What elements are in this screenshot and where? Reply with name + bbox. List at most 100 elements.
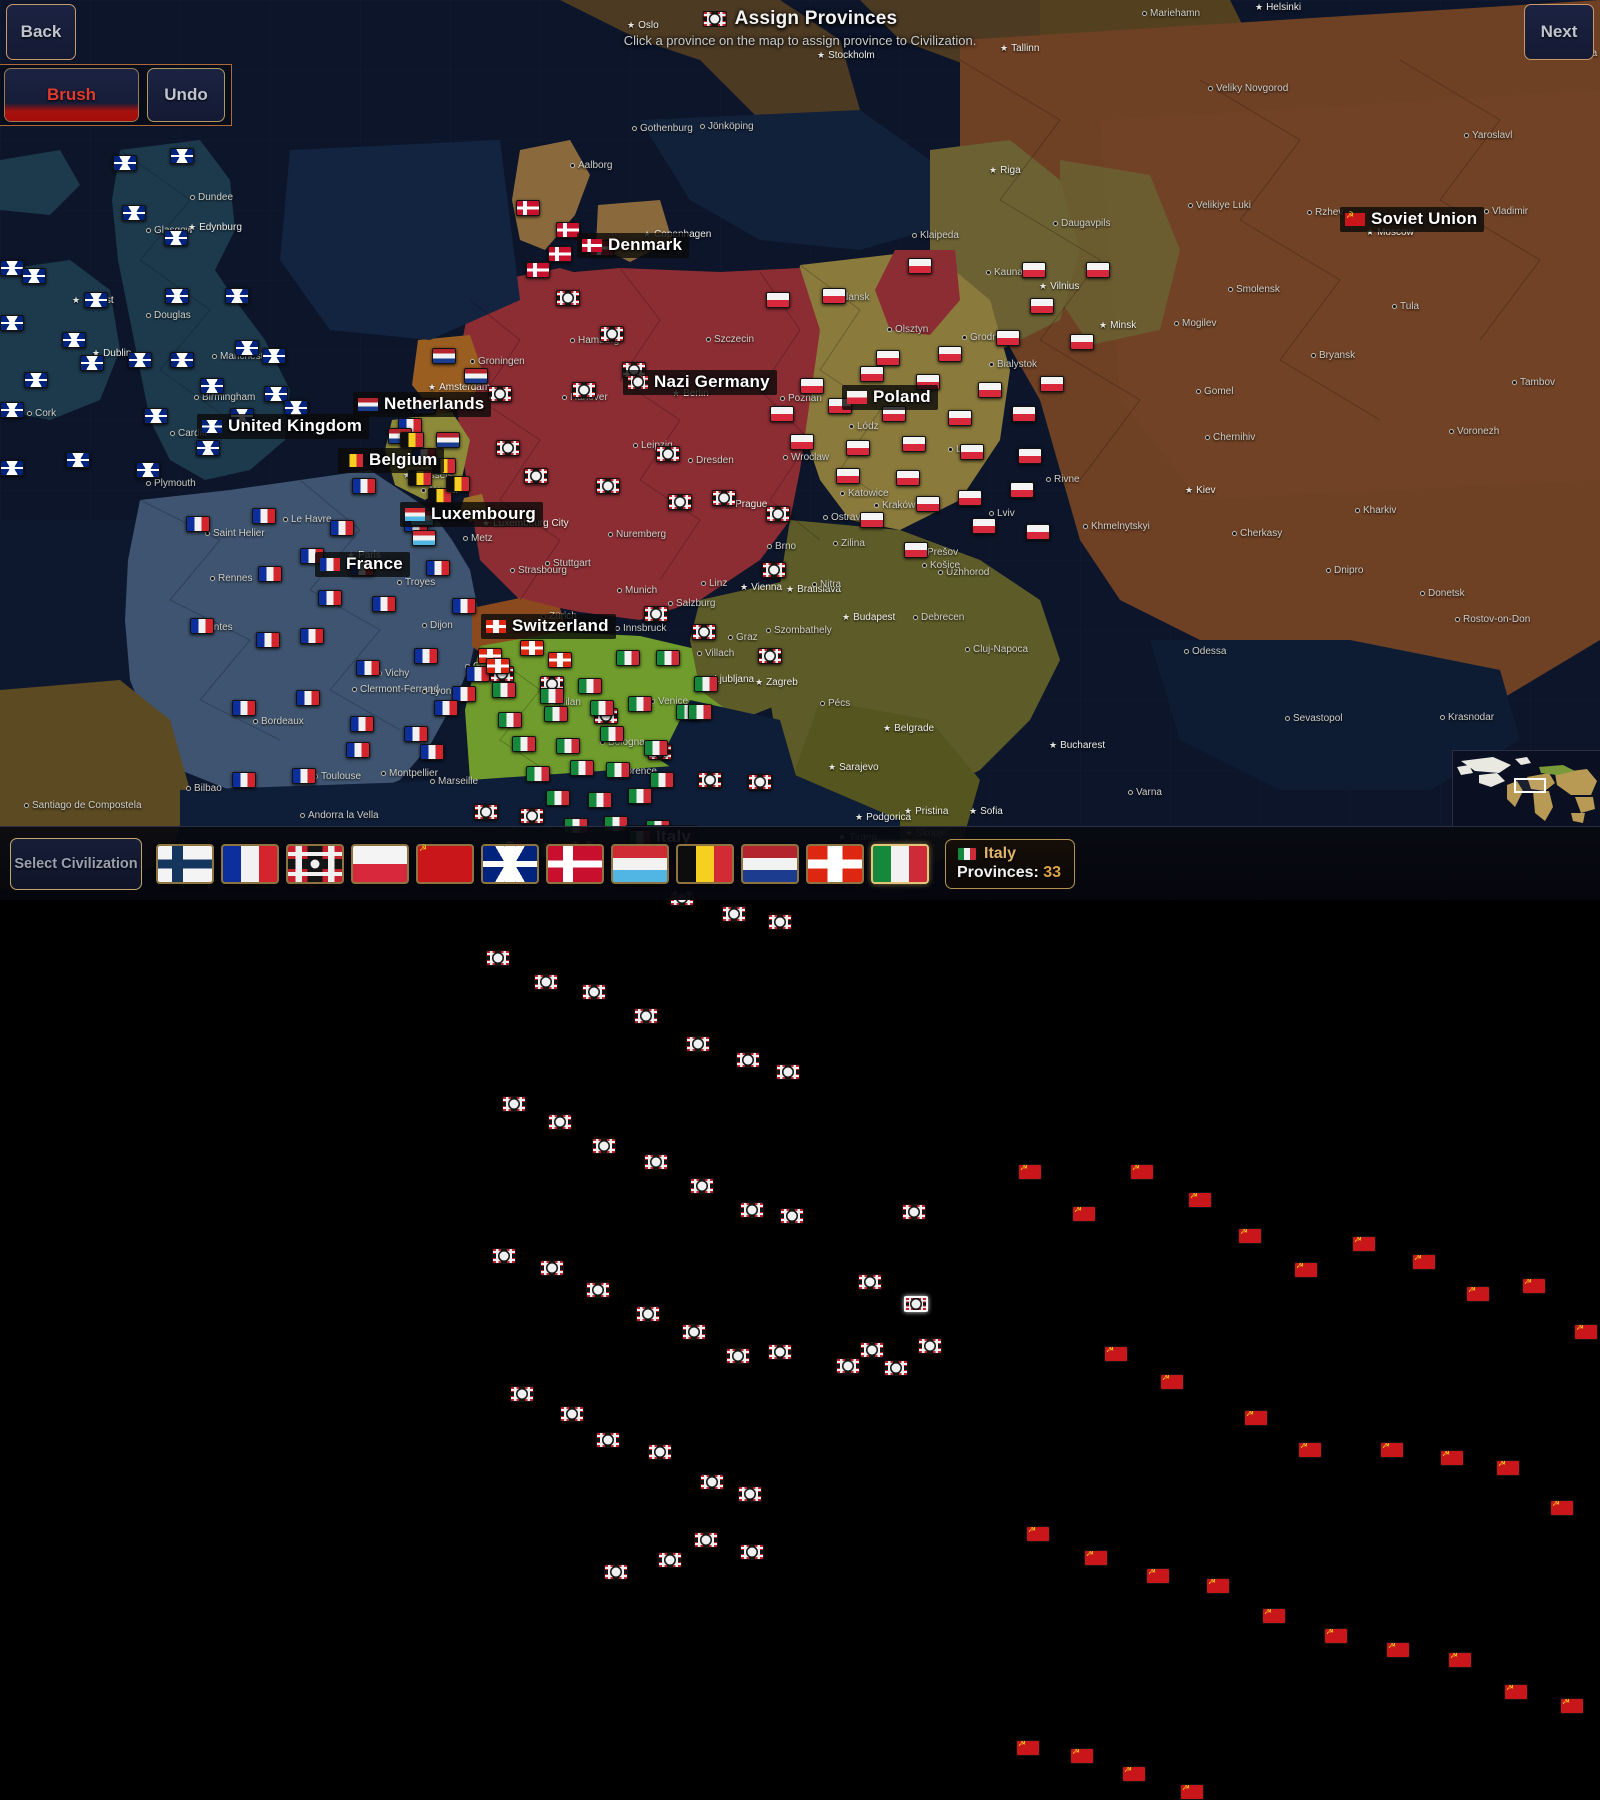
province-flag-marker[interactable] <box>836 468 860 484</box>
province-flag-marker[interactable] <box>748 774 772 790</box>
province-flag-marker[interactable] <box>350 560 374 576</box>
province-flag-marker[interactable] <box>434 700 458 716</box>
province-flag-marker[interactable] <box>1448 1652 1472 1668</box>
province-flag-marker[interactable] <box>1130 1164 1154 1180</box>
province-flag-marker[interactable] <box>1180 1784 1204 1800</box>
province-flag-marker[interactable] <box>548 1114 572 1130</box>
province-flag-marker[interactable] <box>84 292 108 308</box>
province-flag-marker[interactable] <box>1238 1228 1262 1244</box>
province-flag-marker[interactable] <box>232 772 256 788</box>
province-flag-marker[interactable] <box>768 1344 792 1360</box>
province-flag-marker[interactable] <box>1010 482 1034 498</box>
province-flag-marker[interactable] <box>896 470 920 486</box>
province-flag-marker[interactable] <box>556 290 580 306</box>
province-flag-marker[interactable] <box>1188 1192 1212 1208</box>
province-flag-marker[interactable] <box>412 398 436 414</box>
civ-flag-nazi-germany[interactable] <box>286 843 344 884</box>
province-flag-marker[interactable] <box>436 432 460 448</box>
province-flag-marker[interactable] <box>902 436 926 452</box>
province-flag-marker[interactable] <box>1574 1324 1598 1340</box>
province-flag-marker[interactable] <box>540 688 564 704</box>
province-flag-marker[interactable] <box>356 660 380 676</box>
next-button[interactable]: Next <box>1524 4 1594 60</box>
province-flag-marker[interactable] <box>740 1544 764 1560</box>
province-flag-marker[interactable] <box>330 520 354 536</box>
province-flag-marker[interactable] <box>776 1064 800 1080</box>
civ-flag-italy[interactable] <box>871 843 929 884</box>
province-flag-marker[interactable] <box>292 768 316 784</box>
province-flag-marker[interactable] <box>1022 262 1046 278</box>
province-flag-marker[interactable] <box>1550 1500 1574 1516</box>
province-flag-marker[interactable] <box>836 1358 860 1374</box>
province-flag-marker[interactable] <box>648 1444 672 1460</box>
province-flag-marker[interactable] <box>592 1138 616 1154</box>
province-flag-marker[interactable] <box>600 726 624 742</box>
province-flag-marker[interactable] <box>232 700 256 716</box>
province-flag-marker[interactable] <box>556 738 580 754</box>
province-flag-marker[interactable] <box>636 1306 660 1322</box>
province-flag-marker[interactable] <box>408 470 432 486</box>
civ-flag-denmark[interactable] <box>546 843 604 884</box>
province-flag-marker[interactable] <box>113 155 137 171</box>
province-flag-marker[interactable] <box>1324 1628 1348 1644</box>
province-flag-marker[interactable] <box>546 790 570 806</box>
civ-flag-netherlands[interactable] <box>741 843 799 884</box>
province-flag-marker[interactable] <box>902 1204 926 1220</box>
province-flag-marker[interactable] <box>682 1324 706 1340</box>
province-flag-marker[interactable] <box>586 1282 610 1298</box>
province-flag-marker[interactable] <box>300 548 324 564</box>
province-flag-marker[interactable] <box>904 542 928 558</box>
select-civilization-button[interactable]: Select Civilization <box>10 837 142 890</box>
province-flag-marker[interactable] <box>1084 1550 1108 1566</box>
province-flag-marker[interactable] <box>1386 1642 1410 1658</box>
province-flag-marker[interactable] <box>656 650 680 666</box>
province-flag-marker[interactable] <box>1040 376 1064 392</box>
province-flag-marker[interactable] <box>726 1348 750 1364</box>
province-flag-marker[interactable] <box>622 362 646 378</box>
province-flag-marker[interactable] <box>822 288 846 304</box>
province-flag-marker[interactable] <box>225 288 249 304</box>
province-flag-marker[interactable] <box>916 374 940 390</box>
province-flag-marker[interactable] <box>534 974 558 990</box>
province-flag-marker[interactable] <box>858 1274 882 1290</box>
province-flag-marker[interactable] <box>524 468 548 484</box>
province-flag-marker[interactable] <box>604 1564 628 1580</box>
province-flag-marker[interactable] <box>656 446 680 462</box>
province-flag-marker[interactable] <box>1104 1346 1128 1362</box>
province-flag-marker[interactable] <box>570 760 594 776</box>
province-flag-marker[interactable] <box>572 382 596 398</box>
province-flag-marker[interactable] <box>230 408 254 424</box>
province-flag-marker[interactable] <box>1262 1608 1286 1624</box>
province-flag-marker[interactable] <box>318 590 342 606</box>
province-flag-marker[interactable] <box>1018 448 1042 464</box>
province-flag-marker[interactable] <box>144 408 168 424</box>
province-flag-marker[interactable] <box>540 1260 564 1276</box>
province-flag-marker[interactable] <box>908 258 932 274</box>
province-flag-marker[interactable] <box>526 766 550 782</box>
civilization-flag-list[interactable] <box>156 843 929 884</box>
civ-flag-united-kingdom[interactable] <box>481 843 539 884</box>
province-flag-marker[interactable] <box>762 562 786 578</box>
province-flag-marker[interactable] <box>634 1008 658 1024</box>
province-flag-marker[interactable] <box>644 740 668 756</box>
province-flag-marker[interactable] <box>694 676 718 692</box>
province-flag-marker[interactable] <box>200 378 224 394</box>
province-flag-marker[interactable] <box>414 648 438 664</box>
province-flag-marker[interactable] <box>512 736 536 752</box>
province-flag-marker[interactable] <box>165 288 189 304</box>
province-flag-marker[interactable] <box>544 706 568 722</box>
province-flag-marker[interactable] <box>590 700 614 716</box>
province-flag-marker[interactable] <box>1380 1442 1404 1458</box>
province-flag-marker[interactable] <box>860 512 884 528</box>
province-flag-marker[interactable] <box>516 200 540 216</box>
province-flag-marker[interactable] <box>1146 1568 1170 1584</box>
brush-button[interactable]: Brush <box>4 68 139 122</box>
province-flag-marker[interactable] <box>122 205 146 221</box>
province-flag-marker[interactable] <box>948 410 972 426</box>
province-flag-marker[interactable] <box>790 434 814 450</box>
province-flag-marker[interactable] <box>464 368 488 384</box>
province-flag-marker[interactable] <box>548 652 572 668</box>
province-flag-marker[interactable] <box>588 792 612 808</box>
province-flag-marker[interactable] <box>1018 1164 1042 1180</box>
province-flag-marker[interactable] <box>860 366 884 382</box>
